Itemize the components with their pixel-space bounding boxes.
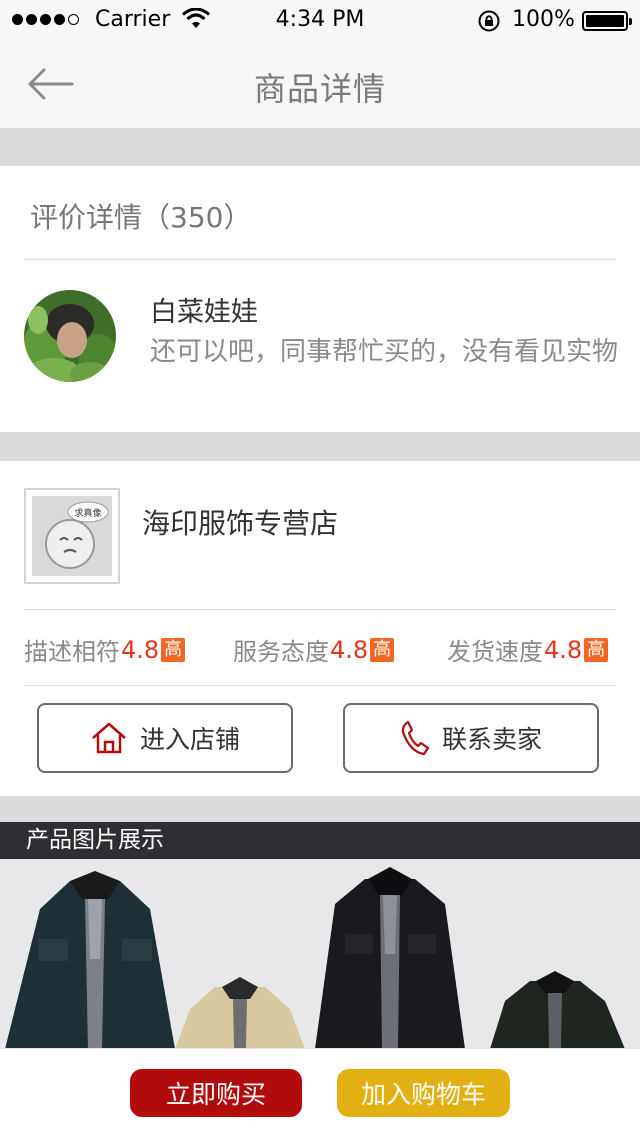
divider	[24, 259, 616, 260]
rating-value: 4.8	[121, 635, 160, 664]
rating-description: 描述相符 4.8 高	[24, 632, 186, 667]
review-comment: 还可以吧，同事帮忙买的，没有看见实物	[150, 337, 619, 367]
phone-icon	[401, 720, 430, 756]
rating-label: 描述相符	[24, 638, 120, 666]
enter-store-button[interactable]: 进入店铺	[37, 703, 293, 773]
battery-percent: 100%	[512, 7, 575, 32]
rating-label: 服务态度	[233, 638, 329, 666]
divider	[24, 609, 616, 610]
rating-tag: 高	[370, 637, 395, 662]
section-gap	[0, 796, 640, 822]
status-bar: Carrier 4:34 PM 100%	[0, 0, 640, 40]
reviewer-avatar	[24, 290, 116, 382]
orientation-lock-icon	[478, 10, 500, 32]
rating-tag: 高	[161, 637, 186, 662]
shop-logo[interactable]: 求真像	[24, 488, 120, 584]
rating-label: 发货速度	[447, 638, 543, 666]
product-images-title: 产品图片展示	[0, 822, 640, 859]
contact-seller-button[interactable]: 联系卖家	[343, 703, 599, 773]
section-gap	[0, 432, 640, 461]
home-icon	[92, 722, 126, 754]
buy-now-button[interactable]: 立即购买	[130, 1069, 302, 1117]
rating-tag: 高	[584, 637, 609, 662]
reviewer-name: 白菜娃娃	[150, 297, 258, 328]
rating-value: 4.8	[544, 635, 583, 664]
rating-shipping: 发货速度 4.8 高	[447, 632, 609, 667]
navigation-bar: 商品详情	[0, 40, 640, 128]
rating-service: 服务态度 4.8 高	[233, 632, 395, 667]
review-heading[interactable]: 评价详情（350）	[30, 196, 251, 236]
logo-text: 求真像	[74, 507, 101, 519]
rating-value: 4.8	[330, 635, 369, 664]
page-title: 商品详情	[253, 70, 386, 108]
bottom-action-bar: 立即购买 加入购物车	[0, 1048, 640, 1136]
product-image-gallery[interactable]	[0, 859, 640, 1049]
section-gap	[0, 128, 640, 166]
enter-store-label: 进入店铺	[139, 725, 240, 754]
divider	[24, 685, 616, 686]
battery-icon	[582, 11, 632, 31]
contact-seller-label: 联系卖家	[441, 725, 542, 754]
shop-name[interactable]: 海印服饰专营店	[142, 502, 338, 542]
add-to-cart-button[interactable]: 加入购物车	[337, 1069, 510, 1117]
